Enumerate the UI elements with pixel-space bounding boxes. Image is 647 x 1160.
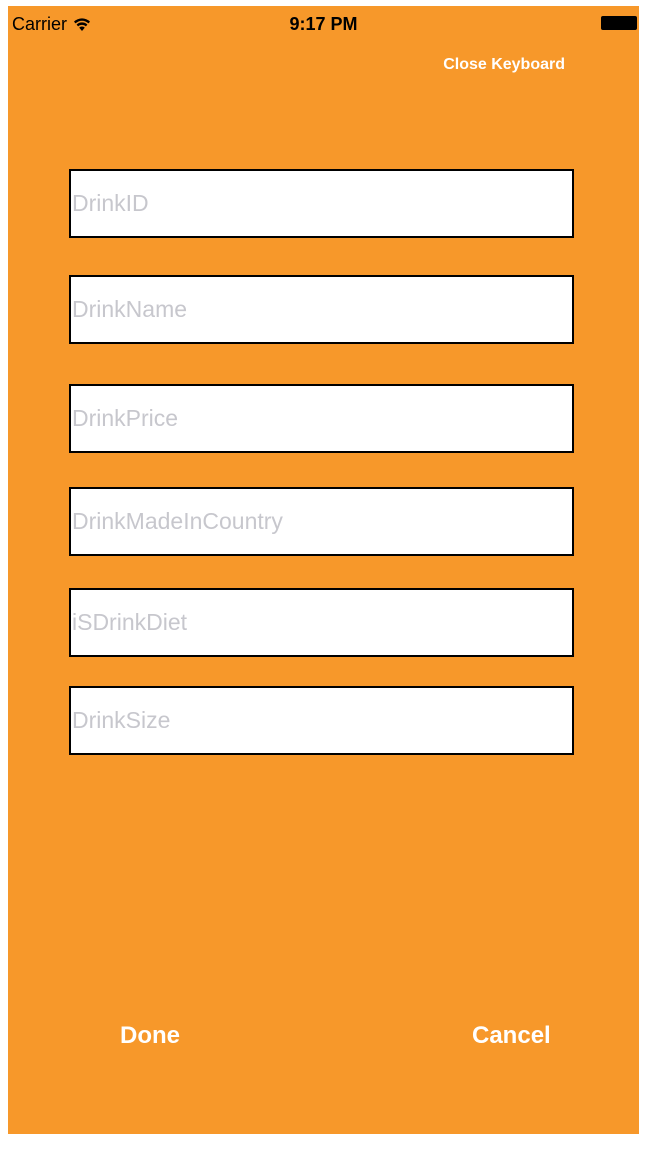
drink-name-placeholder: DrinkName xyxy=(72,296,188,322)
done-button[interactable]: Done xyxy=(120,1022,180,1050)
status-bar: Carrier 9:17 PM xyxy=(8,6,639,38)
app-screen: Carrier 9:17 PM Close Keyboard DrinkID D… xyxy=(8,6,639,1134)
close-keyboard-button[interactable]: Close Keyboard xyxy=(443,56,565,74)
drink-id-field[interactable]: DrinkID xyxy=(69,169,574,238)
drink-size-field[interactable]: DrinkSize xyxy=(69,686,574,755)
drink-price-placeholder: DrinkPrice xyxy=(72,405,179,431)
drink-diet-field[interactable]: iSDrinkDiet xyxy=(69,588,574,657)
cancel-button[interactable]: Cancel xyxy=(472,1022,551,1050)
drink-country-field[interactable]: DrinkMadeInCountry xyxy=(69,487,574,556)
status-time: 9:17 PM xyxy=(289,14,358,34)
drink-price-field[interactable]: DrinkPrice xyxy=(69,384,574,453)
drink-diet-placeholder: iSDrinkDiet xyxy=(72,609,188,635)
drink-id-placeholder: DrinkID xyxy=(72,190,149,216)
drink-name-field[interactable]: DrinkName xyxy=(69,275,574,344)
drink-country-placeholder: DrinkMadeInCountry xyxy=(72,508,283,534)
drink-size-placeholder: DrinkSize xyxy=(72,707,171,733)
battery-icon xyxy=(601,16,637,30)
